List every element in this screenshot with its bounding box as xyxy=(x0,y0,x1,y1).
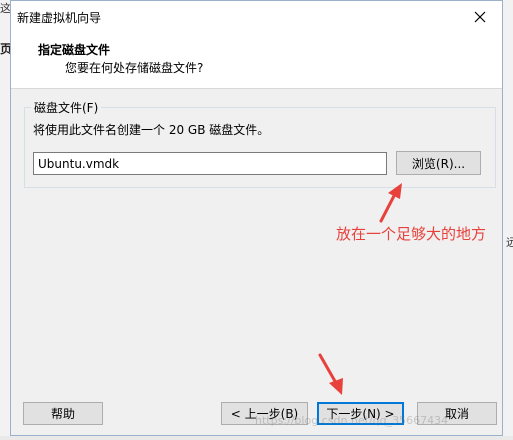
annotation-text: 放在一个足够大的地方 xyxy=(336,225,487,243)
background-window-right xyxy=(503,0,513,440)
new-vm-wizard-dialog: 新建虚拟机向导 指定磁盘文件 您要在何处存储磁盘文件? 磁盘文件(F) 将使用此… xyxy=(10,0,503,436)
close-button[interactable] xyxy=(458,1,502,32)
title-bar: 新建虚拟机向导 xyxy=(11,1,502,32)
step-subtitle: 您要在何处存储磁盘文件? xyxy=(65,61,204,75)
disk-file-description: 将使用此文件名创建一个 20 GB 磁盘文件。 xyxy=(33,123,270,137)
wizard-header: 指定磁盘文件 您要在何处存储磁盘文件? xyxy=(11,32,502,89)
close-icon xyxy=(474,11,486,22)
help-button[interactable]: 帮助 xyxy=(23,402,103,425)
background-window-bottom xyxy=(0,436,513,440)
disk-file-group xyxy=(24,107,496,188)
back-button[interactable]: < 上一步(B) xyxy=(221,402,308,425)
next-button[interactable]: 下一步(N) > xyxy=(317,402,404,425)
step-title: 指定磁盘文件 xyxy=(38,43,111,57)
disk-file-name-input[interactable] xyxy=(33,152,387,175)
background-window-left xyxy=(0,0,10,440)
disk-file-group-label: 磁盘文件(F) xyxy=(31,99,102,116)
background-right-text: 远 xyxy=(506,236,513,249)
cancel-button[interactable]: 取消 xyxy=(417,402,497,425)
red-arrow-icon xyxy=(318,353,343,395)
browse-button[interactable]: 浏览(R)... xyxy=(396,151,481,175)
window-title: 新建虚拟机向导 xyxy=(17,11,102,25)
red-arrow-icon xyxy=(379,183,402,223)
